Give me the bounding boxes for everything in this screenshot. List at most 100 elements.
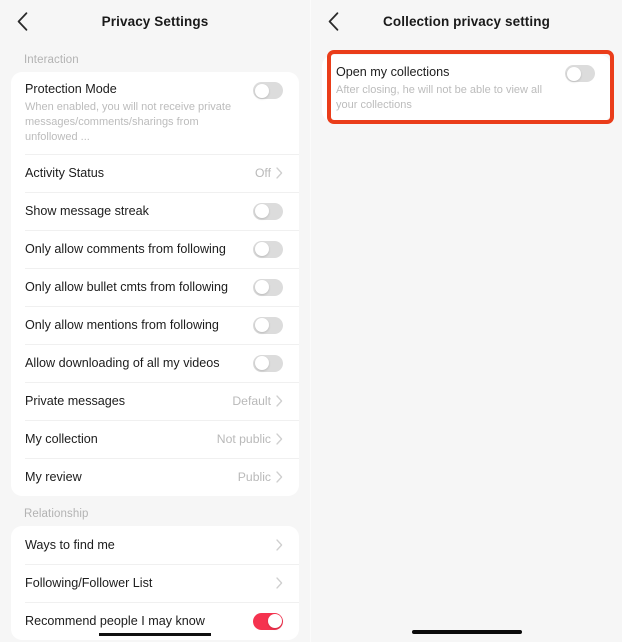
row-text-block: Only allow bullet cmts from following — [25, 269, 245, 306]
chevron-right-icon — [276, 471, 283, 483]
row-control: Off — [255, 166, 283, 180]
row-open-my-collections[interactable]: Open my collections After closing, he wi… — [322, 55, 611, 122]
toggle-only-allow-mentions[interactable] — [253, 316, 283, 334]
row-value: Default — [232, 394, 271, 408]
chevron-left-icon — [328, 11, 339, 31]
row-title: Recommend people I may know — [25, 613, 205, 628]
row-control — [253, 316, 283, 334]
row-title: Only allow bullet cmts from following — [25, 279, 228, 294]
row-title: Open my collections — [336, 65, 450, 79]
row-control — [276, 539, 283, 551]
row-value: Off — [254, 166, 271, 180]
row-control: Not public — [217, 432, 283, 446]
row-control — [253, 240, 283, 258]
row-text-block: My review — [25, 459, 230, 496]
row-title: Only allow mentions from following — [25, 317, 219, 332]
row-description: When enabled, you will not receive priva… — [25, 101, 232, 143]
row-title: Only allow comments from following — [25, 241, 226, 256]
row-control — [565, 65, 595, 82]
row-activity-status[interactable]: Activity Status Off — [11, 154, 299, 192]
row-text-block: Ways to find me — [25, 527, 268, 564]
interaction-card: Protection Mode When enabled, you will n… — [11, 72, 299, 496]
row-control — [253, 202, 283, 220]
privacy-settings-screen: Privacy Settings Interaction Protection … — [0, 0, 311, 642]
back-button[interactable] — [8, 7, 36, 35]
row-control — [276, 577, 283, 589]
row-my-review[interactable]: My review Public — [11, 458, 299, 496]
row-title: Show message streak — [25, 203, 149, 218]
toggle-protection-mode[interactable] — [253, 82, 283, 99]
toggle-knob — [254, 356, 269, 370]
relationship-card: Ways to find me Following/Follower List — [11, 526, 299, 640]
row-show-message-streak[interactable]: Show message streak — [11, 192, 299, 230]
collection-privacy-setting-screen: Collection privacy setting Open my colle… — [311, 0, 622, 642]
row-ways-to-find-me[interactable]: Ways to find me — [11, 526, 299, 564]
row-text-block: My collection — [25, 421, 209, 458]
row-text-block: Show message streak — [25, 193, 245, 230]
row-value: Not public — [216, 432, 271, 446]
row-title: Ways to find me — [25, 537, 115, 552]
row-control — [253, 278, 283, 296]
row-only-allow-comments[interactable]: Only allow comments from following — [11, 230, 299, 268]
page-title: Collection privacy setting — [383, 13, 550, 29]
chevron-right-icon — [276, 539, 283, 551]
toggle-open-my-collections[interactable] — [565, 65, 595, 82]
row-text-block: Recommend people I may know — [25, 603, 245, 640]
left-navbar: Privacy Settings — [0, 0, 310, 42]
row-text-block: Only allow comments from following — [25, 231, 245, 268]
row-only-allow-bullet-cmts[interactable]: Only allow bullet cmts from following — [11, 268, 299, 306]
chevron-right-icon — [276, 577, 283, 589]
row-allow-downloading[interactable]: Allow downloading of all my videos — [11, 344, 299, 382]
row-text-block: Activity Status — [25, 155, 247, 192]
toggle-knob — [254, 318, 269, 332]
toggle-only-allow-comments[interactable] — [253, 240, 283, 258]
row-text-block: Private messages — [25, 383, 224, 420]
chevron-right-icon — [276, 167, 283, 179]
row-text-block: Allow downloading of all my videos — [25, 345, 245, 382]
row-control — [253, 612, 283, 630]
row-only-allow-mentions[interactable]: Only allow mentions from following — [11, 306, 299, 344]
dual-screen-comparison: Privacy Settings Interaction Protection … — [0, 0, 622, 642]
toggle-knob — [566, 66, 581, 81]
row-title: Activity Status — [25, 165, 105, 180]
row-text-block: Open my collections After closing, he wi… — [336, 55, 557, 122]
section-label-relationship: Relationship — [24, 508, 89, 520]
row-control: Default — [232, 394, 283, 408]
collection-settings-body: Open my collections After closing, he wi… — [311, 42, 622, 122]
toggle-only-allow-bullet-cmts[interactable] — [253, 278, 283, 296]
toggle-knob — [254, 242, 269, 256]
row-text-block: Following/Follower List — [25, 565, 268, 602]
home-indicator — [411, 630, 522, 634]
row-title: My collection — [25, 431, 98, 446]
row-private-messages[interactable]: Private messages Default — [11, 382, 299, 420]
row-description: After closing, he will not be able to vi… — [336, 84, 543, 111]
row-value: Public — [237, 470, 271, 484]
page-title: Privacy Settings — [101, 13, 209, 29]
toggle-allow-downloading[interactable] — [253, 354, 283, 372]
chevron-right-icon — [276, 395, 283, 407]
row-title: Following/Follower List — [25, 575, 153, 590]
toggle-show-message-streak[interactable] — [253, 202, 283, 220]
row-my-collection[interactable]: My collection Not public — [11, 420, 299, 458]
row-protection-mode[interactable]: Protection Mode When enabled, you will n… — [11, 72, 299, 154]
row-control — [253, 354, 283, 372]
row-text-block: Protection Mode When enabled, you will n… — [25, 72, 245, 154]
row-control — [253, 82, 283, 99]
toggle-knob — [254, 204, 269, 218]
row-title: Private messages — [25, 393, 126, 408]
row-following-follower-list[interactable]: Following/Follower List — [11, 564, 299, 602]
row-control: Public — [238, 470, 283, 484]
collection-card: Open my collections After closing, he wi… — [322, 55, 611, 122]
row-recommend-people-i-may-know[interactable]: Recommend people I may know — [11, 602, 299, 640]
section-label-interaction: Interaction — [24, 54, 79, 66]
back-button[interactable] — [319, 7, 347, 35]
right-navbar: Collection privacy setting — [311, 0, 622, 42]
settings-scroll-area[interactable]: Interaction Protection Mode When enabled… — [0, 42, 310, 642]
row-text-block: Only allow mentions from following — [25, 307, 245, 344]
row-title: Allow downloading of all my videos — [25, 355, 220, 370]
toggle-knob — [254, 83, 269, 98]
chevron-right-icon — [276, 433, 283, 445]
chevron-left-icon — [17, 11, 28, 31]
toggle-knob — [267, 614, 282, 628]
toggle-recommend-people-i-may-know[interactable] — [253, 612, 283, 630]
